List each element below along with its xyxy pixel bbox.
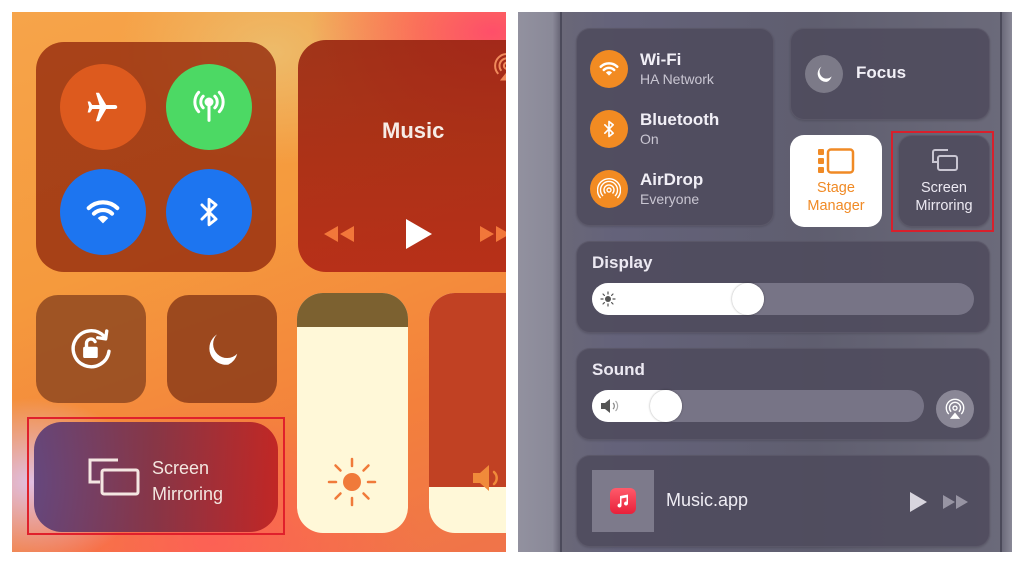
- bluetooth-icon: [200, 197, 218, 227]
- play-button[interactable]: [402, 217, 434, 251]
- sun-icon: [327, 457, 377, 507]
- audio-output-button[interactable]: [936, 390, 974, 428]
- highlight-box: [891, 131, 994, 232]
- airdrop-row[interactable]: AirDrop Everyone: [590, 170, 703, 208]
- panel-divider: [560, 12, 562, 552]
- display-title: Display: [592, 253, 653, 272]
- cellular-data-toggle[interactable]: [166, 64, 252, 150]
- ios-control-center: Music Screen Mirroring: [12, 12, 506, 552]
- sun-icon: [600, 291, 616, 307]
- rotation-lock-icon: [71, 329, 111, 369]
- music-app-icon: [610, 488, 636, 514]
- airdrop-toggle[interactable]: [590, 170, 628, 208]
- bluetooth-icon: [604, 120, 614, 138]
- music-title: Music: [382, 118, 445, 143]
- moon-icon: [209, 334, 238, 365]
- panel-divider: [1000, 12, 1002, 552]
- bluetooth-status: On: [640, 131, 659, 147]
- macos-control-center: Wi-Fi HA Network Bluetooth On AirDrop Ev…: [518, 12, 1012, 552]
- volume-slider[interactable]: [429, 293, 506, 533]
- airplane-icon: [87, 92, 118, 122]
- do-not-disturb-toggle[interactable]: [167, 295, 277, 403]
- focus-label: Focus: [856, 63, 907, 82]
- fast-forward-button[interactable]: [478, 224, 506, 244]
- speaker-icon: [473, 465, 498, 491]
- wifi-row[interactable]: Wi-Fi HA Network: [590, 50, 714, 88]
- brightness-slider[interactable]: [297, 293, 408, 533]
- wifi-icon: [599, 62, 619, 76]
- album-art[interactable]: [592, 470, 654, 532]
- rotation-lock-toggle[interactable]: [36, 295, 146, 403]
- airdrop-label: AirDrop: [640, 170, 704, 189]
- airplay-audio-icon[interactable]: [492, 52, 506, 82]
- airplane-mode-toggle[interactable]: [60, 64, 146, 150]
- bluetooth-row[interactable]: Bluetooth On: [590, 110, 719, 148]
- stage-manager-label-line2: Manager: [807, 198, 865, 214]
- sound-card: Sound: [576, 348, 990, 440]
- bluetooth-label: Bluetooth: [640, 110, 720, 129]
- brightness-slider[interactable]: [592, 283, 974, 315]
- moon-icon: [817, 66, 832, 82]
- stage-manager-button[interactable]: Stage Manager: [790, 135, 882, 227]
- highlight-box: [27, 417, 285, 535]
- wifi-label: Wi-Fi: [640, 50, 682, 69]
- brightness-slider-track: [297, 293, 408, 327]
- volume-slider[interactable]: [592, 390, 924, 422]
- stage-manager-icon: [818, 148, 855, 174]
- airdrop-status: Everyone: [640, 191, 700, 207]
- bluetooth-toggle[interactable]: [166, 169, 252, 255]
- stage-manager-label-line1: Stage: [817, 180, 855, 196]
- wifi-network: HA Network: [640, 71, 714, 87]
- music-tile[interactable]: Music: [298, 40, 506, 272]
- now-playing-card: Music.app: [576, 455, 990, 547]
- wifi-icon: [86, 200, 120, 224]
- cellular-antenna-icon: [193, 90, 225, 122]
- track-title: Music.app: [666, 490, 749, 510]
- wifi-toggle[interactable]: [590, 50, 628, 88]
- fast-forward-button[interactable]: [942, 493, 970, 511]
- sound-title: Sound: [592, 360, 645, 379]
- brightness-slider-knob[interactable]: [731, 283, 764, 315]
- play-button[interactable]: [908, 491, 928, 513]
- airdrop-icon: [597, 178, 621, 199]
- rewind-button[interactable]: [322, 224, 356, 244]
- speaker-icon: [601, 399, 619, 413]
- connectivity-card: Wi-Fi HA Network Bluetooth On AirDrop Ev…: [576, 28, 774, 226]
- bluetooth-toggle[interactable]: [590, 110, 628, 148]
- focus-button[interactable]: Focus: [790, 28, 990, 120]
- airplay-audio-icon: [945, 398, 965, 419]
- display-card: Display: [576, 241, 990, 333]
- wifi-toggle[interactable]: [60, 169, 146, 255]
- volume-slider-knob[interactable]: [649, 390, 682, 422]
- connectivity-tile: [36, 42, 276, 272]
- volume-slider-track: [429, 293, 506, 488]
